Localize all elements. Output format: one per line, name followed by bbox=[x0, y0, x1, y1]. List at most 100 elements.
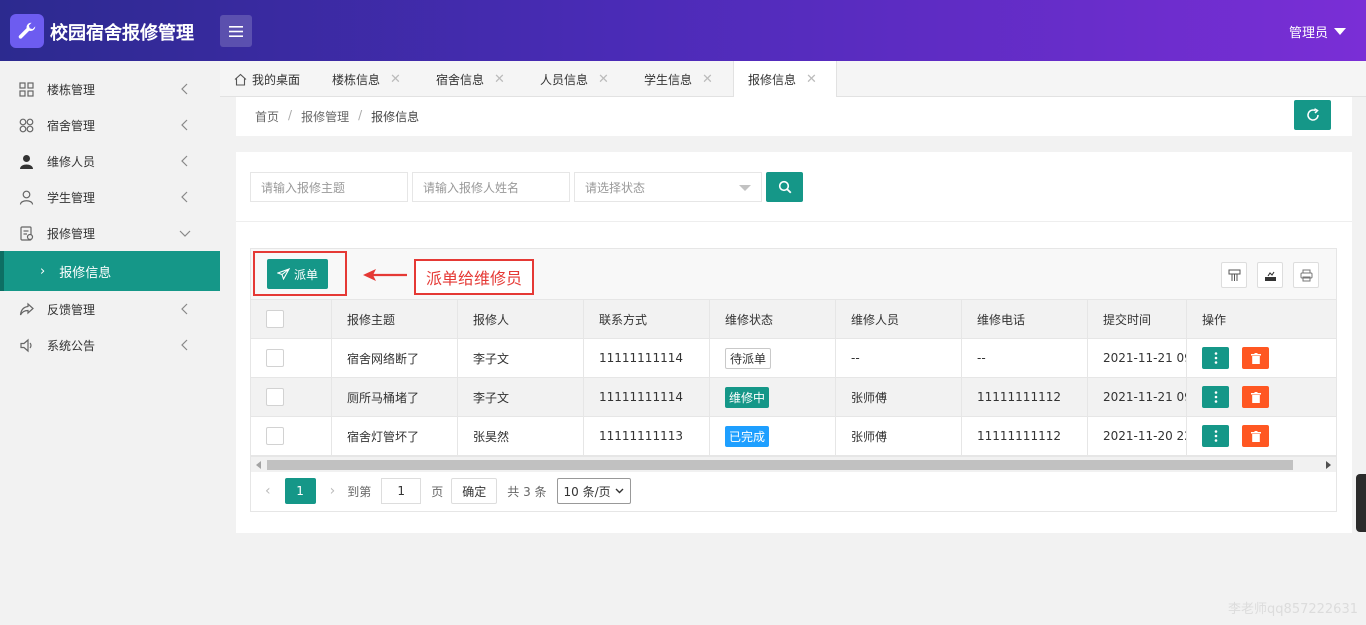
sidebar-item-repairmen[interactable]: 维修人员 bbox=[0, 143, 220, 179]
chevron-left-icon bbox=[181, 119, 188, 131]
tab-dorm[interactable]: 宿舍信息 ✕ bbox=[436, 61, 505, 97]
close-icon[interactable]: ✕ bbox=[390, 72, 401, 87]
tab-label: 我的桌面 bbox=[252, 72, 301, 87]
row-checkbox[interactable] bbox=[266, 349, 284, 367]
subject-cell: 厕所马桶堵了 bbox=[332, 378, 458, 416]
export-icon bbox=[1264, 271, 1276, 281]
prev-page-icon[interactable]: ‹ bbox=[265, 483, 271, 499]
scroll-right-icon[interactable] bbox=[1325, 461, 1331, 469]
horizontal-scrollbar[interactable] bbox=[251, 456, 1336, 472]
table-row: 宿舍网络断了 李子文 11111111114 待派单 -- -- 2021-11… bbox=[251, 339, 1336, 378]
time-cell: 2021-11-21 09: bbox=[1103, 351, 1186, 365]
delete-button[interactable] bbox=[1242, 347, 1269, 369]
more-actions-button[interactable] bbox=[1202, 386, 1229, 408]
user-outline-icon bbox=[18, 189, 34, 205]
more-actions-button[interactable] bbox=[1202, 347, 1229, 369]
reporter-name-input[interactable]: 请输入报修人姓名 bbox=[412, 172, 570, 202]
reporter-cell: 李子文 bbox=[458, 378, 584, 416]
tab-staff[interactable]: 人员信息 ✕ bbox=[540, 61, 609, 97]
sidebar-item-label: 学生管理 bbox=[47, 190, 96, 205]
worker-phone-cell: 11111111112 bbox=[962, 378, 1088, 416]
next-page-icon[interactable]: › bbox=[330, 483, 336, 499]
breadcrumb-separator: / bbox=[288, 108, 293, 122]
chevron-left-icon bbox=[181, 339, 188, 351]
more-vertical-icon bbox=[1214, 430, 1217, 442]
close-icon[interactable]: ✕ bbox=[702, 72, 713, 87]
worker-cell: 张师傅 bbox=[836, 378, 962, 416]
export-button[interactable] bbox=[1257, 262, 1283, 288]
chevron-left-icon bbox=[181, 155, 188, 167]
watermark: 李老师qq857222631 bbox=[1228, 602, 1358, 617]
scroll-left-icon[interactable] bbox=[256, 461, 262, 469]
time-cell: 2021-11-20 22: bbox=[1103, 429, 1186, 443]
sidebar: 楼栋管理 宿舍管理 维修人员 学生管理 报修管理 › 报修信息 反馈管理 系统公… bbox=[0, 61, 220, 625]
side-widget[interactable] bbox=[1356, 474, 1366, 532]
trash-icon bbox=[1250, 391, 1261, 403]
reporter-cell: 张昊然 bbox=[458, 417, 584, 455]
sidebar-subitem-repair-info[interactable]: › 报修信息 bbox=[0, 251, 220, 291]
status-select[interactable]: 请选择状态 bbox=[574, 172, 762, 202]
refresh-button[interactable] bbox=[1294, 100, 1331, 130]
sidebar-item-announcement[interactable]: 系统公告 bbox=[0, 327, 220, 363]
filter-columns-button[interactable] bbox=[1221, 262, 1247, 288]
operation-cell bbox=[1186, 417, 1336, 455]
time-cell: 2021-11-21 09: bbox=[1103, 390, 1186, 404]
subject-cell: 宿舍灯管坏了 bbox=[332, 417, 458, 455]
breadcrumb-separator: / bbox=[358, 108, 363, 122]
delete-button[interactable] bbox=[1242, 425, 1269, 447]
sidebar-item-label: 报修管理 bbox=[47, 226, 96, 241]
breadcrumb-home[interactable]: 首页 bbox=[255, 108, 279, 125]
sidebar-item-label: 反馈管理 bbox=[47, 302, 96, 317]
operation-cell bbox=[1186, 339, 1336, 377]
tab-student[interactable]: 学生信息 ✕ bbox=[644, 61, 713, 97]
select-all-checkbox[interactable] bbox=[266, 310, 284, 328]
tab-label: 人员信息 bbox=[540, 72, 589, 87]
subject-search-input[interactable]: 请输入报修主题 bbox=[250, 172, 408, 202]
grid-icon bbox=[18, 81, 34, 97]
scrollbar-thumb[interactable] bbox=[267, 460, 1293, 470]
reporter-cell: 李子文 bbox=[458, 339, 584, 377]
sidebar-item-students[interactable]: 学生管理 bbox=[0, 179, 220, 215]
search-button[interactable] bbox=[766, 172, 803, 202]
columns-icon bbox=[1228, 269, 1240, 281]
chevron-left-icon bbox=[181, 83, 188, 95]
menu-toggle-button[interactable] bbox=[220, 15, 252, 47]
tab-label: 楼栋信息 bbox=[332, 72, 381, 87]
confirm-page-button[interactable]: 确定 bbox=[451, 478, 498, 504]
goto-label: 到第 bbox=[347, 484, 372, 499]
close-icon[interactable]: ✕ bbox=[598, 72, 609, 87]
user-menu[interactable]: 管理员 bbox=[1289, 22, 1346, 41]
delete-button[interactable] bbox=[1242, 386, 1269, 408]
row-checkbox-cell bbox=[251, 339, 332, 377]
sidebar-item-feedback[interactable]: 反馈管理 bbox=[0, 291, 220, 327]
close-icon[interactable]: ✕ bbox=[806, 72, 817, 87]
row-checkbox[interactable] bbox=[266, 388, 284, 406]
worker-phone-cell: 11111111112 bbox=[962, 417, 1088, 455]
chevron-left-icon bbox=[181, 191, 188, 203]
page-size-select[interactable]: 10 条/页 bbox=[556, 478, 631, 504]
header-cell: 报修主题 bbox=[332, 300, 458, 338]
tab-desktop[interactable]: 我的桌面 bbox=[234, 61, 300, 97]
sidebar-item-label: 维修人员 bbox=[47, 154, 96, 169]
sidebar-item-label: 宿舍管理 bbox=[47, 118, 96, 133]
dispatch-button[interactable]: 派单 bbox=[267, 259, 328, 289]
sidebar-item-building[interactable]: 楼栋管理 bbox=[0, 71, 220, 107]
table-toolbar: 派单 派单给维修员 bbox=[251, 249, 1336, 300]
content-card: 请输入报修主题 请输入报修人姓名 请选择状态 派单 派单给维修员 报修主题 报修… bbox=[236, 152, 1352, 533]
status-cell: 维修中 bbox=[710, 378, 836, 416]
sidebar-item-dorm[interactable]: 宿舍管理 bbox=[0, 107, 220, 143]
print-button[interactable] bbox=[1293, 262, 1319, 288]
header-cell: 联系方式 bbox=[584, 300, 710, 338]
subject-cell: 宿舍网络断了 bbox=[332, 339, 458, 377]
tab-repair-info[interactable]: 报修信息 ✕ bbox=[733, 61, 837, 98]
sidebar-item-repair-mgmt[interactable]: 报修管理 bbox=[0, 215, 220, 251]
row-checkbox[interactable] bbox=[266, 427, 284, 445]
tab-label: 学生信息 bbox=[644, 72, 693, 87]
breadcrumb-section[interactable]: 报修管理 bbox=[301, 108, 349, 125]
more-actions-button[interactable] bbox=[1202, 425, 1229, 447]
close-icon[interactable]: ✕ bbox=[494, 72, 505, 87]
goto-page-input[interactable]: 1 bbox=[381, 478, 422, 504]
report-icon bbox=[18, 225, 34, 241]
current-page[interactable]: 1 bbox=[284, 478, 316, 504]
tab-building[interactable]: 楼栋信息 ✕ bbox=[332, 61, 401, 97]
